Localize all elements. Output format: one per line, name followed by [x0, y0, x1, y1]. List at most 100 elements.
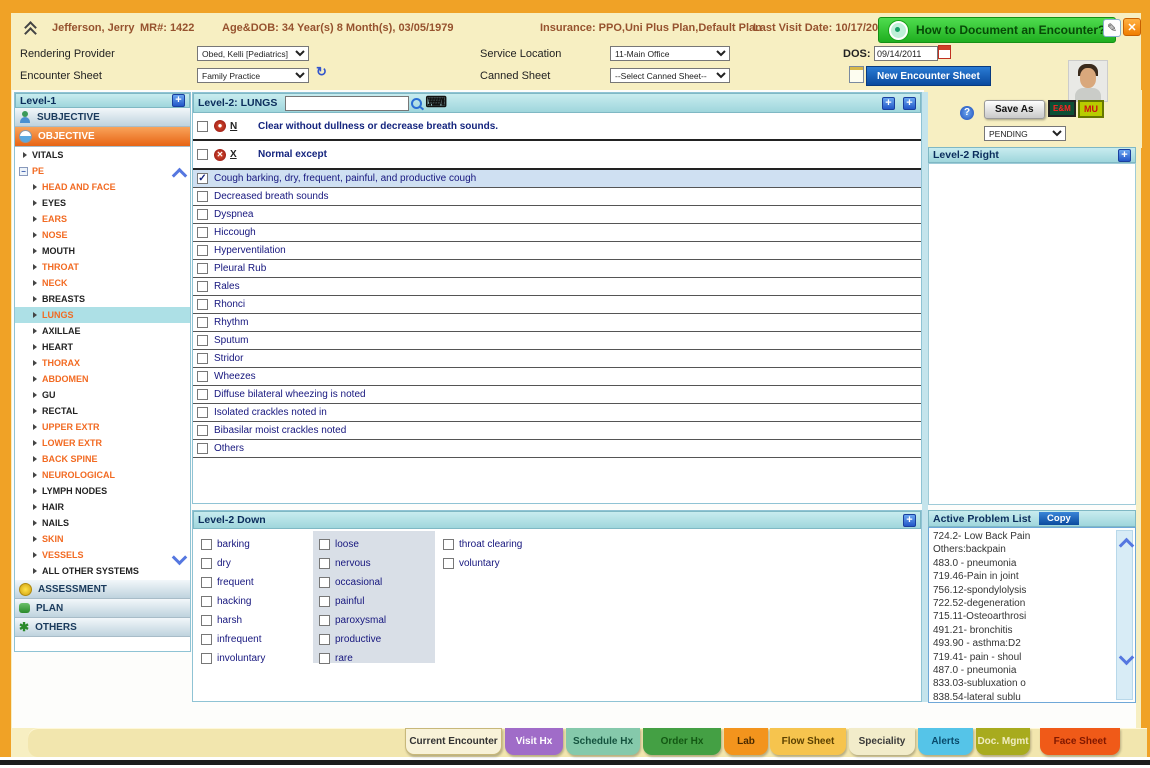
- tab-doc-mgmt[interactable]: Doc. Mgmt: [976, 728, 1030, 755]
- expand-node-icon[interactable]: [33, 568, 37, 574]
- keyboard-icon[interactable]: ⌨: [425, 96, 447, 110]
- sidebar-tree-item-gu[interactable]: GU: [15, 387, 190, 403]
- sidebar-tree-item-head-and-face[interactable]: HEAD AND FACE: [15, 179, 190, 195]
- level2-item-dyspnea[interactable]: Dyspnea: [193, 206, 921, 224]
- edit-icon[interactable]: ✎: [1103, 19, 1121, 37]
- checkbox[interactable]: [197, 317, 208, 328]
- checkbox[interactable]: [197, 299, 208, 310]
- normal-finding-row[interactable]: ● N Clear without dullness or decrease b…: [193, 113, 921, 141]
- except-checkbox[interactable]: [197, 149, 208, 160]
- level2-item-rhonci[interactable]: Rhonci: [193, 296, 921, 314]
- expand-node-icon[interactable]: [33, 296, 37, 302]
- tab-face-sheet[interactable]: Face Sheet: [1040, 728, 1120, 755]
- sidebar-tree-item-abdomen[interactable]: ABDOMEN: [15, 371, 190, 387]
- save-as-button[interactable]: Save As: [984, 100, 1045, 119]
- level2-add-icon-1[interactable]: +: [882, 97, 895, 110]
- level2-item-sputum[interactable]: Sputum: [193, 332, 921, 350]
- expand-node-icon[interactable]: [33, 248, 37, 254]
- level2-item-pleural-rub[interactable]: Pleural Rub: [193, 260, 921, 278]
- checkbox[interactable]: [197, 389, 208, 400]
- sidebar-tree-item-back-spine[interactable]: BACK SPINE: [15, 451, 190, 467]
- mu-button[interactable]: MU: [1078, 100, 1104, 118]
- checkbox[interactable]: [201, 634, 212, 645]
- checkbox[interactable]: [201, 539, 212, 550]
- level2-item-bibasilar-moist-crackles-noted[interactable]: Bibasilar moist crackles noted: [193, 422, 921, 440]
- checkbox[interactable]: [197, 443, 208, 454]
- service-location-select[interactable]: 11-Main Office: [610, 46, 730, 61]
- modifier-item-painful[interactable]: painful: [319, 592, 386, 610]
- sidebar-tree-item-nose[interactable]: NOSE: [15, 227, 190, 243]
- sidebar-tree-item-mouth[interactable]: MOUTH: [15, 243, 190, 259]
- new-encounter-sheet-button[interactable]: New Encounter Sheet: [866, 66, 991, 86]
- info-icon[interactable]: ?: [960, 106, 974, 120]
- problem-item[interactable]: 719.41- pain - shoul: [929, 651, 1135, 664]
- sidebar-tree-item-lower-extr[interactable]: LOWER EXTR: [15, 435, 190, 451]
- sidebar-tree-item-axillae[interactable]: AXILLAE: [15, 323, 190, 339]
- expand-node-icon[interactable]: [33, 456, 37, 462]
- checkbox[interactable]: [201, 558, 212, 569]
- sidebar-tree-item-throat[interactable]: THROAT: [15, 259, 190, 275]
- tab-current-encounter[interactable]: Current Encounter: [405, 728, 502, 755]
- sidebar-tree-item-all-other-systems[interactable]: ALL OTHER SYSTEMS: [15, 563, 190, 579]
- sidebar-tree-item-thorax[interactable]: THORAX: [15, 355, 190, 371]
- expand-node-icon[interactable]: [33, 472, 37, 478]
- problem-item[interactable]: 715.11-Osteoarthrosi: [929, 610, 1135, 623]
- tab-lab[interactable]: Lab: [724, 728, 768, 755]
- sidebar-tree-item-rectal[interactable]: RECTAL: [15, 403, 190, 419]
- modifier-item-frequent[interactable]: frequent: [201, 573, 265, 591]
- sidebar-tree-item-vitals[interactable]: VITALS: [15, 147, 190, 163]
- calendar-icon[interactable]: [938, 45, 951, 59]
- checkbox[interactable]: [197, 407, 208, 418]
- level2-right-add-icon[interactable]: +: [1118, 149, 1131, 162]
- level2-item-diffuse-bilateral-wheezing-is-noted[interactable]: Diffuse bilateral wheezing is noted: [193, 386, 921, 404]
- collapse-header-icon[interactable]: [24, 22, 36, 36]
- sidebar-tree-item-eyes[interactable]: EYES: [15, 195, 190, 211]
- modifier-item-nervous[interactable]: nervous: [319, 554, 386, 572]
- modifier-item-barking[interactable]: barking: [201, 535, 265, 553]
- expand-node-icon[interactable]: [23, 152, 27, 158]
- sidebar-item-assessment[interactable]: ASSESSMENT: [15, 580, 190, 599]
- checkbox[interactable]: ✓: [197, 173, 208, 184]
- expand-node-icon[interactable]: [33, 424, 37, 430]
- encounter-sheet-select[interactable]: Family Practice: [197, 68, 309, 83]
- sidebar-tree-item-vessels[interactable]: VESSELS: [15, 547, 190, 563]
- sidebar-tree-item-pe[interactable]: −PE: [15, 163, 190, 179]
- level2-search-input[interactable]: [285, 96, 409, 111]
- tab-schedule-hx[interactable]: Schedule Hx: [566, 728, 640, 755]
- checkbox[interactable]: [197, 227, 208, 238]
- problem-list-scrollbar[interactable]: [1116, 530, 1133, 700]
- modifier-item-occasional[interactable]: occasional: [319, 573, 386, 591]
- level2-item-hiccough[interactable]: Hiccough: [193, 224, 921, 242]
- sidebar-tree-item-lungs[interactable]: LUNGS: [15, 307, 190, 323]
- level2-item-rales[interactable]: Rales: [193, 278, 921, 296]
- problem-item[interactable]: 833.03-subluxation o: [929, 677, 1135, 690]
- checkbox[interactable]: [197, 353, 208, 364]
- checkbox[interactable]: [443, 539, 454, 550]
- problem-item[interactable]: Others:backpain: [929, 543, 1135, 556]
- level2-down-add-icon[interactable]: +: [903, 514, 916, 527]
- checkbox[interactable]: [443, 558, 454, 569]
- modifier-item-involuntary[interactable]: involuntary: [201, 649, 265, 667]
- level2-item-wheezes[interactable]: Wheezes: [193, 368, 921, 386]
- sidebar-tree-item-upper-extr[interactable]: UPPER EXTR: [15, 419, 190, 435]
- sidebar-item-objective[interactable]: OBJECTIVE: [15, 127, 190, 147]
- how-to-document-button[interactable]: How to Document an Encounter?: [878, 17, 1116, 43]
- expand-node-icon[interactable]: [33, 264, 37, 270]
- sidebar-tree-item-hair[interactable]: HAIR: [15, 499, 190, 515]
- expand-node-icon[interactable]: [33, 280, 37, 286]
- checkbox[interactable]: [197, 335, 208, 346]
- level1-add-icon[interactable]: +: [172, 94, 185, 107]
- sidebar-tree-item-skin[interactable]: SKIN: [15, 531, 190, 547]
- rendering-provider-select[interactable]: Obed, Kelli [Pediatrics]: [197, 46, 309, 61]
- sidebar-tree-item-nails[interactable]: NAILS: [15, 515, 190, 531]
- expand-node-icon[interactable]: [33, 408, 37, 414]
- level2-item-cough-barking-dry-frequent-painful-and-productive-cough[interactable]: ✓Cough barking, dry, frequent, painful, …: [193, 170, 921, 188]
- expand-node-icon[interactable]: [33, 536, 37, 542]
- sidebar-item-plan[interactable]: PLAN: [15, 599, 190, 618]
- checkbox[interactable]: [319, 577, 330, 588]
- checkbox[interactable]: [201, 615, 212, 626]
- checkbox[interactable]: [197, 209, 208, 220]
- modifier-item-infrequent[interactable]: infrequent: [201, 630, 265, 648]
- checkbox[interactable]: [319, 615, 330, 626]
- sidebar-item-others[interactable]: ✱ OTHERS: [15, 618, 190, 637]
